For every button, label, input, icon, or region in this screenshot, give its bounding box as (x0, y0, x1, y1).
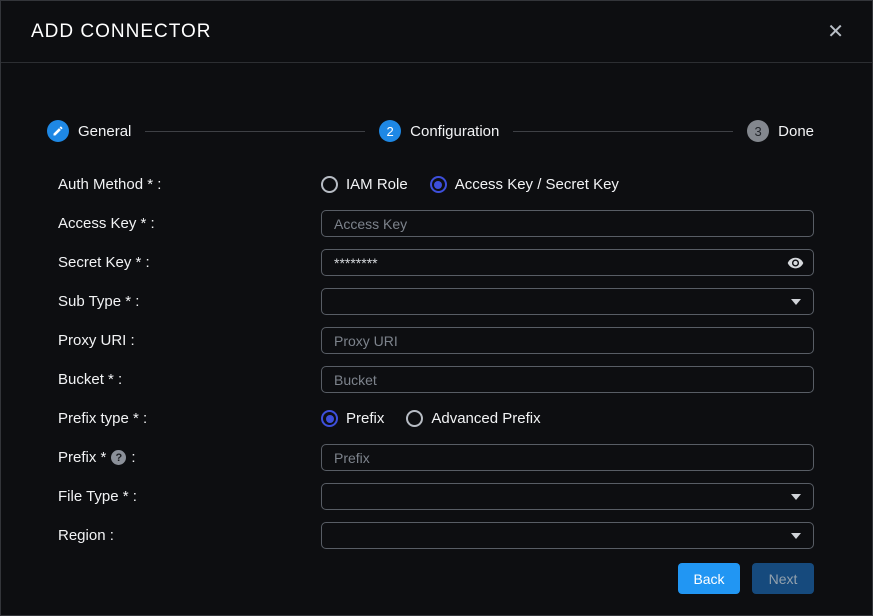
eye-icon[interactable] (787, 254, 804, 271)
step-general[interactable]: General (47, 120, 131, 142)
access-key-input[interactable] (321, 210, 814, 237)
edit-pencil-icon (47, 120, 69, 142)
radio-access-key-label: Access Key / Secret Key (455, 176, 619, 193)
next-button[interactable]: Next (752, 563, 814, 594)
chevron-down-icon (791, 533, 801, 539)
secret-key-row: Secret Key * : (58, 249, 814, 276)
secret-key-input[interactable] (321, 249, 814, 276)
step-configuration-label: Configuration (410, 123, 499, 140)
step-done[interactable]: 3 Done (747, 120, 814, 142)
prefix-type-radio-group: Prefix Advanced Prefix (321, 410, 814, 427)
radio-advanced-prefix-label: Advanced Prefix (431, 410, 540, 427)
chevron-down-icon (791, 299, 801, 305)
radio-iam-role-label: IAM Role (346, 176, 408, 193)
step-done-label: Done (778, 123, 814, 140)
auth-method-row: Auth Method * : IAM Role Access Key / Se… (58, 171, 814, 198)
modal-header: ADD CONNECTOR ✕ (1, 1, 872, 63)
step-configuration[interactable]: 2 Configuration (379, 120, 499, 142)
back-button[interactable]: Back (678, 563, 740, 594)
connector-form: Auth Method * : IAM Role Access Key / Se… (1, 171, 872, 549)
step-general-label: General (78, 123, 131, 140)
bucket-input[interactable] (321, 366, 814, 393)
chevron-down-icon (791, 494, 801, 500)
radio-access-key-secret-key[interactable]: Access Key / Secret Key (430, 176, 619, 193)
prefix-input[interactable] (321, 444, 814, 471)
proxy-uri-label: Proxy URI : (58, 332, 321, 349)
proxy-uri-row: Proxy URI : (58, 327, 814, 354)
sub-type-row: Sub Type * : (58, 288, 814, 315)
wizard-stepper: General 2 Configuration 3 Done (47, 120, 814, 142)
access-key-row: Access Key * : (58, 210, 814, 237)
stepper-divider (513, 131, 733, 132)
region-label: Region : (58, 527, 321, 544)
radio-prefix[interactable]: Prefix (321, 410, 384, 427)
radio-selected-icon (430, 176, 447, 193)
proxy-uri-input[interactable] (321, 327, 814, 354)
prefix-row: Prefix * ? : (58, 444, 814, 471)
modal-footer: Back Next (1, 563, 872, 594)
sub-type-select[interactable] (321, 288, 814, 315)
region-row: Region : (58, 522, 814, 549)
prefix-label-colon: : (131, 449, 135, 466)
file-type-select[interactable] (321, 483, 814, 510)
close-icon[interactable]: ✕ (827, 22, 844, 42)
radio-selected-icon (321, 410, 338, 427)
bucket-row: Bucket * : (58, 366, 814, 393)
radio-prefix-label: Prefix (346, 410, 384, 427)
stepper-divider (145, 131, 365, 132)
radio-unselected-icon (406, 410, 423, 427)
page-title: ADD CONNECTOR (31, 21, 212, 43)
prefix-type-row: Prefix type * : Prefix Advanced Prefix (58, 405, 814, 432)
file-type-label: File Type * : (58, 488, 321, 505)
radio-advanced-prefix[interactable]: Advanced Prefix (406, 410, 540, 427)
prefix-label-text: Prefix * (58, 449, 106, 466)
auth-method-label: Auth Method * : (58, 176, 321, 193)
step-3-badge: 3 (747, 120, 769, 142)
access-key-label: Access Key * : (58, 215, 321, 232)
step-2-badge: 2 (379, 120, 401, 142)
bucket-label: Bucket * : (58, 371, 321, 388)
radio-unselected-icon (321, 176, 338, 193)
secret-key-label: Secret Key * : (58, 254, 321, 271)
add-connector-modal: ADD CONNECTOR ✕ General 2 Configuration … (0, 0, 873, 616)
file-type-row: File Type * : (58, 483, 814, 510)
region-select[interactable] (321, 522, 814, 549)
sub-type-label: Sub Type * : (58, 293, 321, 310)
prefix-label: Prefix * ? : (58, 449, 321, 466)
auth-method-radio-group: IAM Role Access Key / Secret Key (321, 176, 814, 193)
radio-iam-role[interactable]: IAM Role (321, 176, 408, 193)
prefix-type-label: Prefix type * : (58, 410, 321, 427)
help-icon[interactable]: ? (111, 450, 126, 465)
